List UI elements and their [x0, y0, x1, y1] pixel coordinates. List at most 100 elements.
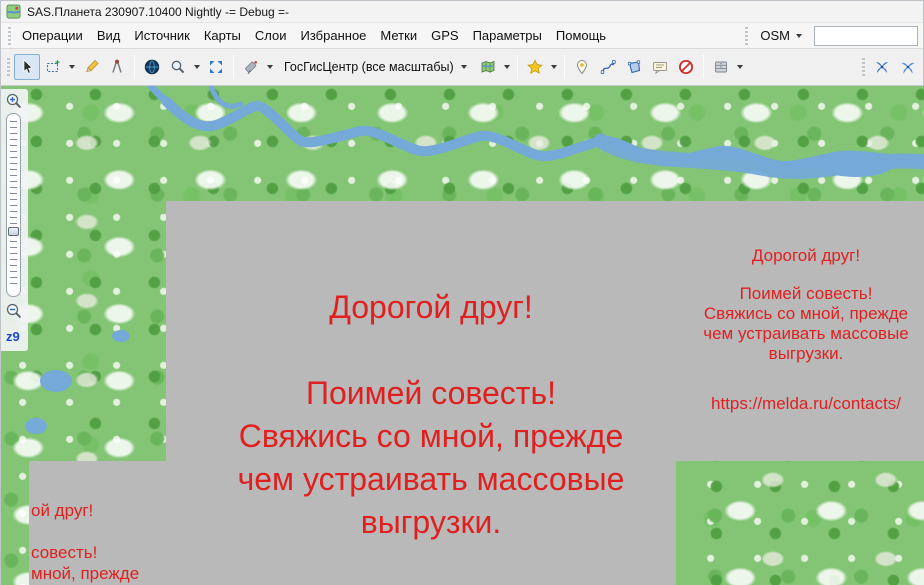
watermark-line: чем устраивать массовые: [171, 458, 691, 501]
fullscreen-button[interactable]: [203, 54, 229, 80]
toolbar-separator: [564, 55, 565, 79]
favorites-button[interactable]: [522, 54, 548, 80]
layers-dropdown[interactable]: [501, 54, 513, 80]
download-manager-button[interactable]: [708, 54, 734, 80]
chevron-down-icon: [504, 65, 510, 69]
zoom-control: z9: [1, 89, 28, 351]
zoom-tool-dropdown[interactable]: [191, 54, 203, 80]
measure-distance-button[interactable]: [78, 54, 104, 80]
gps-dropdown[interactable]: [264, 54, 276, 80]
watermark-line: Поимей совесть!: [681, 284, 924, 304]
menu-item-layers[interactable]: Слои: [248, 24, 294, 47]
cursor-tool-button[interactable]: [14, 54, 40, 80]
dragonfly-tool-2-button[interactable]: [895, 54, 921, 80]
menu-item-maps[interactable]: Карты: [197, 24, 248, 47]
dragonfly-icon: [874, 59, 890, 75]
zoom-in-button[interactable]: [4, 91, 24, 111]
app-icon: [6, 4, 21, 19]
toolbar-grip-1[interactable]: [6, 58, 11, 76]
main-toolbar: ГосГисЦентр (все масштабы): [1, 49, 923, 86]
menu-item-marks[interactable]: Метки: [373, 24, 424, 47]
no-entry-icon: [678, 59, 694, 75]
watermark-line: выгрузки.: [681, 344, 924, 364]
search-input[interactable]: [814, 26, 918, 46]
placemark-pin-icon: [574, 59, 590, 75]
zoom-out-button[interactable]: [4, 301, 24, 321]
favorites-dropdown[interactable]: [548, 54, 560, 80]
hide-marks-button[interactable]: [673, 54, 699, 80]
watermark-line: Свяжись со мной, прежде: [681, 304, 924, 324]
title-bar: SAS.Планета 230907.10400 Nightly -= Debu…: [1, 1, 923, 23]
map-viewport[interactable]: Дорогой друг! Поимей совесть! Свяжись со…: [1, 86, 924, 585]
watermark-line: Свяжись со мной, прежде: [171, 415, 691, 458]
cursor-arrow-icon: [19, 59, 35, 75]
toolbar-separator: [703, 55, 704, 79]
compass-tool-button[interactable]: [104, 54, 130, 80]
dragonfly-icon: [900, 59, 916, 75]
watermark-line: Дорогой друг!: [171, 286, 691, 329]
menu-item-source[interactable]: Источник: [127, 24, 197, 47]
add-polygon-button[interactable]: [621, 54, 647, 80]
osm-label: OSM: [760, 28, 790, 43]
chevron-down-icon: [796, 34, 802, 38]
polygon-icon: [626, 59, 642, 75]
pencil-ruler-icon: [83, 59, 99, 75]
menubar-grip[interactable]: [7, 27, 12, 45]
toolbar-separator: [517, 55, 518, 79]
chevron-down-icon: [267, 65, 273, 69]
fullscreen-arrows-icon: [208, 59, 224, 75]
window-title: SAS.Планета 230907.10400 Nightly -= Debu…: [27, 5, 289, 19]
download-manager-dropdown[interactable]: [734, 54, 746, 80]
placemark-manager-button[interactable]: [647, 54, 673, 80]
map-source-selector[interactable]: ГосГисЦентр (все масштабы): [276, 54, 475, 80]
layers-button[interactable]: [475, 54, 501, 80]
search-toolbar-grip[interactable]: [744, 27, 749, 45]
chevron-down-icon: [194, 65, 200, 69]
menu-item-help[interactable]: Помощь: [549, 24, 613, 47]
watermark-line: выгрузки.: [171, 501, 691, 544]
chevron-down-icon: [69, 65, 75, 69]
dragonfly-tool-1-button[interactable]: [869, 54, 895, 80]
plugins-toolbar: [858, 54, 921, 80]
magnifier-icon: [170, 59, 186, 75]
satellite-dish-icon: [243, 59, 259, 75]
watermark-line: Дорогой друг!: [681, 246, 924, 266]
zoom-in-icon: [5, 92, 23, 110]
watermark-line: мной, прежде: [31, 563, 164, 584]
plugins-toolbar-grip[interactable]: [861, 58, 866, 76]
add-placemark-button[interactable]: [569, 54, 595, 80]
star-icon: [527, 59, 543, 75]
selection-tool-dropdown[interactable]: [66, 54, 78, 80]
zoom-slider[interactable]: [6, 113, 21, 297]
menu-item-view[interactable]: Вид: [90, 24, 128, 47]
watermark-line: ой друг!: [31, 500, 164, 521]
watermark-line: чем устраивать массовые: [681, 324, 924, 344]
toolbar-separator: [233, 55, 234, 79]
chevron-down-icon: [737, 65, 743, 69]
chevron-down-icon: [461, 65, 467, 69]
gps-button[interactable]: [238, 54, 264, 80]
menu-bar: Операции Вид Источник Карты Слои Избранн…: [1, 23, 923, 49]
selection-rect-icon: [45, 59, 61, 75]
zoom-slider-thumb[interactable]: [8, 227, 19, 236]
toolbar-separator: [134, 55, 135, 79]
selection-tool-button[interactable]: [40, 54, 66, 80]
add-path-button[interactable]: [595, 54, 621, 80]
watermark-contact-link: https://melda.ru/contacts/: [681, 394, 924, 414]
folded-map-icon: [480, 59, 496, 75]
watermark-line: Поимей совесть!: [171, 372, 691, 415]
menu-item-operations[interactable]: Операции: [15, 24, 90, 47]
menu-item-gps[interactable]: GPS: [424, 24, 465, 47]
map-tile-bottom-right: [676, 461, 924, 585]
watermark-line: совесть!: [31, 542, 164, 563]
zoom-level-label: z9: [6, 329, 20, 344]
globe-button[interactable]: [139, 54, 165, 80]
zoom-tool-button[interactable]: [165, 54, 191, 80]
menu-item-options[interactable]: Параметры: [466, 24, 549, 47]
watermark-text-small: Дорогой друг! Поимей совесть! Свяжись со…: [681, 246, 924, 414]
globe-icon: [144, 59, 160, 75]
menu-item-favorites[interactable]: Избранное: [294, 24, 374, 47]
divider-compass-icon: [109, 59, 125, 75]
osm-layer-dropdown[interactable]: OSM: [752, 25, 810, 46]
drawer-box-icon: [713, 59, 729, 75]
